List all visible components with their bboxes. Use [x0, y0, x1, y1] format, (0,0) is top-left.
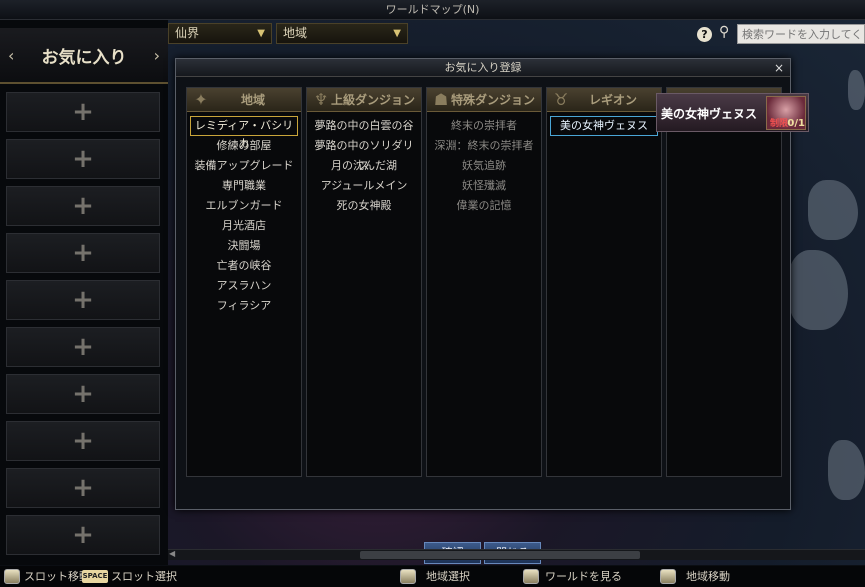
list-item[interactable]: 妖気追跡: [430, 156, 538, 176]
favorites-header: ‹ お気に入り ›: [0, 28, 168, 84]
horns-icon: ♉: [553, 90, 569, 109]
category-column: ☗ 特殊ダンジョン終末の崇拝者 深淵：終末の崇拝者 妖気追跡 妖怪殲滅 偉業の記憶: [426, 87, 542, 477]
area-select-value: 地域: [283, 26, 308, 40]
favorite-slot[interactable]: +: [6, 327, 160, 367]
dialog-title: お気に入り登録 ×: [176, 59, 790, 77]
tooltip-status: 制限: [770, 119, 789, 129]
favorite-slot[interactable]: +: [6, 515, 160, 555]
list-item[interactable]: 決闘場: [190, 236, 298, 256]
search-icon[interactable]: ⚲: [719, 24, 729, 40]
column-header: ♉ レギオン: [547, 88, 661, 112]
dropdown-arrow-icon: ▼: [393, 28, 401, 39]
helm-icon: ♆: [313, 90, 329, 109]
mouse-right-icon: [523, 569, 539, 584]
list-item[interactable]: レミディア・バシリカ: [190, 116, 298, 150]
category-column: ♆ 上級ダンジョン夢路の中の白雲の谷 夢路の中のソリダリス 月の沈んだ湖 アジュールメイ…: [306, 87, 422, 477]
tooltip-count: 0/1: [787, 118, 805, 129]
tooltip-name: 美の女神ヴェヌス: [661, 107, 758, 121]
column-header-label: 上級ダンジョン: [330, 93, 415, 107]
mouse-left-icon: [400, 569, 416, 584]
hint-area-select: 地域選択: [426, 570, 470, 583]
column-header: ♆ 上級ダンジョン: [307, 88, 421, 112]
scroll-left-icon[interactable]: ◀: [169, 549, 175, 558]
mouse-icon: [4, 569, 20, 584]
list-item[interactable]: 月の沈んだ湖: [310, 156, 418, 176]
area-select[interactable]: 地域 ▼: [276, 23, 408, 44]
category-column: ♉ レギオン美の女神ヴェヌス: [546, 87, 662, 477]
column-header-label: レギオン: [588, 93, 637, 107]
favorite-slot[interactable]: +: [6, 468, 160, 508]
list-item[interactable]: 夢路の中のソリダリス: [310, 136, 418, 172]
mask-icon: ☗: [433, 90, 449, 109]
region-select[interactable]: 仙界 ▼: [168, 23, 272, 44]
column-header-label: 特殊ダンジョン: [450, 93, 535, 107]
boss-tooltip: 美の女神ヴェヌス 制限 0/1: [656, 93, 809, 132]
hint-slot-select: スロット選択: [111, 570, 177, 583]
window-title: ワールドマップ(N): [0, 0, 865, 20]
list-item[interactable]: 妖怪殲滅: [430, 176, 538, 196]
list-item[interactable]: 亡者の峡谷: [190, 256, 298, 276]
list-item[interactable]: 偉業の記憶: [430, 196, 538, 216]
list-item[interactable]: 夢路の中の白雲の谷: [310, 116, 418, 136]
list-item[interactable]: アジュールメイン: [310, 176, 418, 196]
bottom-hint-bar: スロット移動 SPACE スロット選択 地域選択 ワールドを見る 地域移動: [0, 566, 865, 587]
hint-area-move: 地域移動: [686, 570, 730, 583]
list-item[interactable]: 装備アップグレード: [190, 156, 298, 176]
dropdown-arrow-icon: ▼: [257, 28, 265, 39]
crest-icon: ✦: [194, 90, 208, 109]
help-icon[interactable]: ?: [697, 27, 712, 42]
favorite-slot[interactable]: +: [6, 139, 160, 179]
chevron-left-icon[interactable]: ‹: [8, 46, 14, 65]
favorite-slot[interactable]: +: [6, 374, 160, 414]
list-item[interactable]: 専門職業: [190, 176, 298, 196]
list-item[interactable]: 月光酒店: [190, 216, 298, 236]
chevron-right-icon[interactable]: ›: [154, 46, 160, 65]
list-item[interactable]: フィラシア: [190, 296, 298, 316]
list-item[interactable]: 修練の部屋: [190, 136, 298, 156]
scrollbar-thumb[interactable]: [360, 551, 640, 559]
dialog-title-text: お気に入り登録: [444, 61, 522, 74]
column-header: ☗ 特殊ダンジョン: [427, 88, 541, 112]
favorites-title: お気に入り: [41, 47, 127, 68]
category-column: [666, 87, 782, 477]
list-item[interactable]: 終末の崇拝者: [430, 116, 538, 136]
favorite-slot[interactable]: +: [6, 421, 160, 461]
list-item[interactable]: アスラハン: [190, 276, 298, 296]
column-header-label: 地域: [240, 93, 265, 107]
region-select-value: 仙界: [175, 26, 200, 40]
mouse-drag-icon: [660, 569, 676, 584]
category-column: ✦ 地域レミディア・バシリカ 修練の部屋 装備アップグレード 専門職業 エルブンガード 月光…: [186, 87, 302, 477]
favorite-slot[interactable]: +: [6, 186, 160, 226]
search-input[interactable]: [737, 24, 865, 44]
space-key-icon: SPACE: [82, 570, 108, 583]
favorite-slot[interactable]: +: [6, 233, 160, 273]
list-item[interactable]: 美の女神ヴェヌス: [550, 116, 658, 136]
horizontal-scrollbar[interactable]: ◀: [168, 549, 865, 560]
list-item[interactable]: 死の女神殿: [310, 196, 418, 216]
close-icon[interactable]: ×: [774, 59, 784, 77]
column-header: ✦ 地域: [187, 88, 301, 112]
list-item[interactable]: エルブンガード: [190, 196, 298, 216]
favorite-slot[interactable]: +: [6, 92, 160, 132]
favorite-slot[interactable]: +: [6, 280, 160, 320]
list-item[interactable]: 深淵：終末の崇拝者: [430, 136, 538, 156]
hint-slot-move: スロット移動: [24, 570, 90, 583]
hint-world-view: ワールドを見る: [545, 570, 622, 583]
